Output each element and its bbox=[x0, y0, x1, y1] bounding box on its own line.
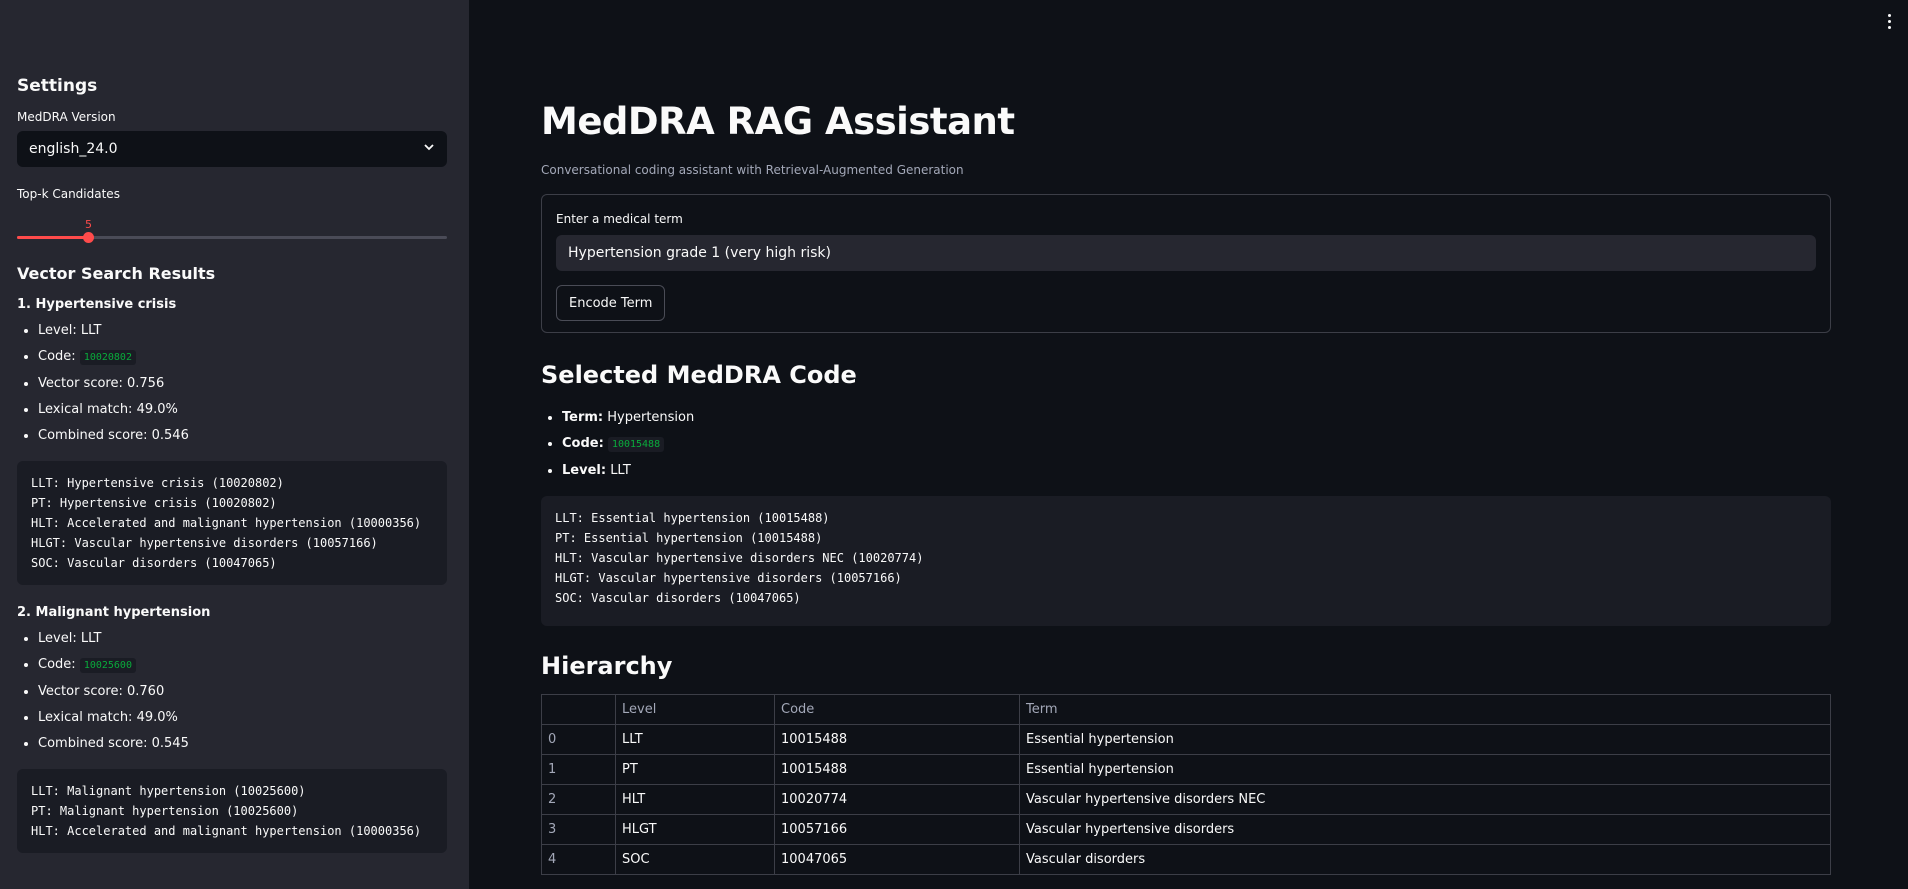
result-hierarchy-code: LLT: Hypertensive crisis (10020802) PT: … bbox=[17, 461, 447, 585]
table-cell-level: PT bbox=[615, 754, 775, 785]
table-header-level[interactable]: Level bbox=[615, 694, 775, 725]
table-cell-code: 10047065 bbox=[774, 844, 1020, 875]
main-content: MedDRA RAG Assistant Conversational codi… bbox=[541, 0, 1831, 875]
table-cell-index: 0 bbox=[541, 724, 616, 755]
page-title: MedDRA RAG Assistant bbox=[541, 100, 1015, 143]
selected-hierarchy-code: LLT: Essential hypertension (10015488) P… bbox=[541, 496, 1831, 626]
result-code-value: 10025600 bbox=[79, 658, 136, 673]
table-cell-code: 10020774 bbox=[774, 784, 1020, 815]
slider-fill bbox=[17, 236, 89, 239]
table-cell-level: LLT bbox=[615, 724, 775, 755]
result-item: 1. Hypertensive crisis Level: LLT Code: … bbox=[17, 297, 447, 585]
main-area: MedDRA RAG Assistant Conversational codi… bbox=[469, 0, 1908, 889]
table-header-term[interactable]: Term bbox=[1019, 694, 1831, 725]
version-label: MedDRA Version bbox=[17, 110, 116, 124]
result-lexical-match: Lexical match: 49.0% bbox=[38, 709, 447, 726]
table-row: 3 HLGT 10057166 Vascular hypertensive di… bbox=[541, 814, 1831, 845]
result-lexical-match: Lexical match: 49.0% bbox=[38, 401, 447, 418]
term-form: Enter a medical term Hypertension grade … bbox=[541, 194, 1831, 333]
result-level: Level: LLT bbox=[38, 630, 447, 647]
table-cell-index: 2 bbox=[541, 784, 616, 815]
selected-code-value: 10015488 bbox=[607, 437, 665, 452]
table-cell-term: Vascular hypertensive disorders bbox=[1019, 814, 1831, 845]
results-title: Vector Search Results bbox=[17, 264, 216, 283]
table-cell-term: Essential hypertension bbox=[1019, 724, 1831, 755]
result-code-value: 10020802 bbox=[79, 350, 136, 365]
table-cell-index: 3 bbox=[541, 814, 616, 845]
result-level: Level: LLT bbox=[38, 322, 447, 339]
topk-label: Top-k Candidates bbox=[17, 187, 120, 201]
term-input[interactable]: Hypertension grade 1 (very high risk) bbox=[556, 235, 1816, 271]
table-cell-code: 10057166 bbox=[774, 814, 1020, 845]
result-code: Code: 10020802 bbox=[38, 348, 447, 366]
sidebar-title: Settings bbox=[17, 76, 98, 96]
version-select-value: english_24.0 bbox=[29, 141, 118, 157]
table-header-code[interactable]: Code bbox=[774, 694, 1020, 725]
sidebar: Settings MedDRA Version english_24.0 Top… bbox=[0, 0, 469, 889]
table-cell-code: 10015488 bbox=[774, 754, 1020, 785]
table-row: 1 PT 10015488 Essential hypertension bbox=[541, 754, 1831, 785]
table-cell-level: HLT bbox=[615, 784, 775, 815]
table-cell-level: SOC bbox=[615, 844, 775, 875]
table-cell-index: 4 bbox=[541, 844, 616, 875]
selected-code: Code: 10015488 bbox=[562, 435, 1831, 453]
result-hierarchy-code: LLT: Malignant hypertension (10025600) P… bbox=[17, 769, 447, 853]
result-details: Level: LLT Code: 10025600 Vector score: … bbox=[17, 630, 447, 752]
hierarchy-table: Level Code Term 0 LLT 10015488 Essential… bbox=[541, 694, 1831, 875]
result-vector-score: Vector score: 0.760 bbox=[38, 683, 447, 700]
result-combined-score: Combined score: 0.545 bbox=[38, 735, 447, 752]
selected-title: Selected MedDRA Code bbox=[541, 361, 857, 389]
result-vector-score: Vector score: 0.756 bbox=[38, 375, 447, 392]
result-title: 2. Malignant hypertension bbox=[17, 605, 211, 620]
table-row: 4 SOC 10047065 Vascular disorders bbox=[541, 844, 1831, 875]
hierarchy-title: Hierarchy bbox=[541, 652, 673, 680]
result-item: 2. Malignant hypertension Level: LLT Cod… bbox=[17, 605, 447, 853]
result-title: 1. Hypertensive crisis bbox=[17, 297, 177, 312]
encode-term-button[interactable]: Encode Term bbox=[556, 285, 666, 321]
table-row: 0 LLT 10015488 Essential hypertension bbox=[541, 724, 1831, 755]
result-code: Code: 10025600 bbox=[38, 656, 447, 674]
result-details: Level: LLT Code: 10020802 Vector score: … bbox=[17, 322, 447, 444]
topk-slider[interactable]: 5 bbox=[17, 208, 447, 248]
version-select[interactable]: english_24.0 bbox=[17, 131, 447, 167]
selected-details: Term: Hypertension Code: 10015488 Level:… bbox=[541, 409, 1831, 479]
table-cell-level: HLGT bbox=[615, 814, 775, 845]
term-input-label: Enter a medical term bbox=[556, 212, 683, 226]
table-cell-term: Essential hypertension bbox=[1019, 754, 1831, 785]
page-caption: Conversational coding assistant with Ret… bbox=[541, 163, 964, 177]
kebab-menu-icon[interactable] bbox=[1884, 12, 1894, 30]
selected-term: Term: Hypertension bbox=[562, 409, 1831, 426]
chevron-down-icon bbox=[423, 141, 435, 157]
table-row: 2 HLT 10020774 Vascular hypertensive dis… bbox=[541, 784, 1831, 815]
table-header-row: Level Code Term bbox=[541, 694, 1831, 725]
slider-thumb[interactable] bbox=[83, 232, 94, 243]
table-cell-term: Vascular disorders bbox=[1019, 844, 1831, 875]
topk-value: 5 bbox=[85, 218, 92, 231]
selected-level: Level: LLT bbox=[562, 462, 1831, 479]
table-cell-index: 1 bbox=[541, 754, 616, 785]
table-header-index[interactable] bbox=[541, 694, 616, 725]
table-cell-term: Vascular hypertensive disorders NEC bbox=[1019, 784, 1831, 815]
table-cell-code: 10015488 bbox=[774, 724, 1020, 755]
result-combined-score: Combined score: 0.546 bbox=[38, 427, 447, 444]
